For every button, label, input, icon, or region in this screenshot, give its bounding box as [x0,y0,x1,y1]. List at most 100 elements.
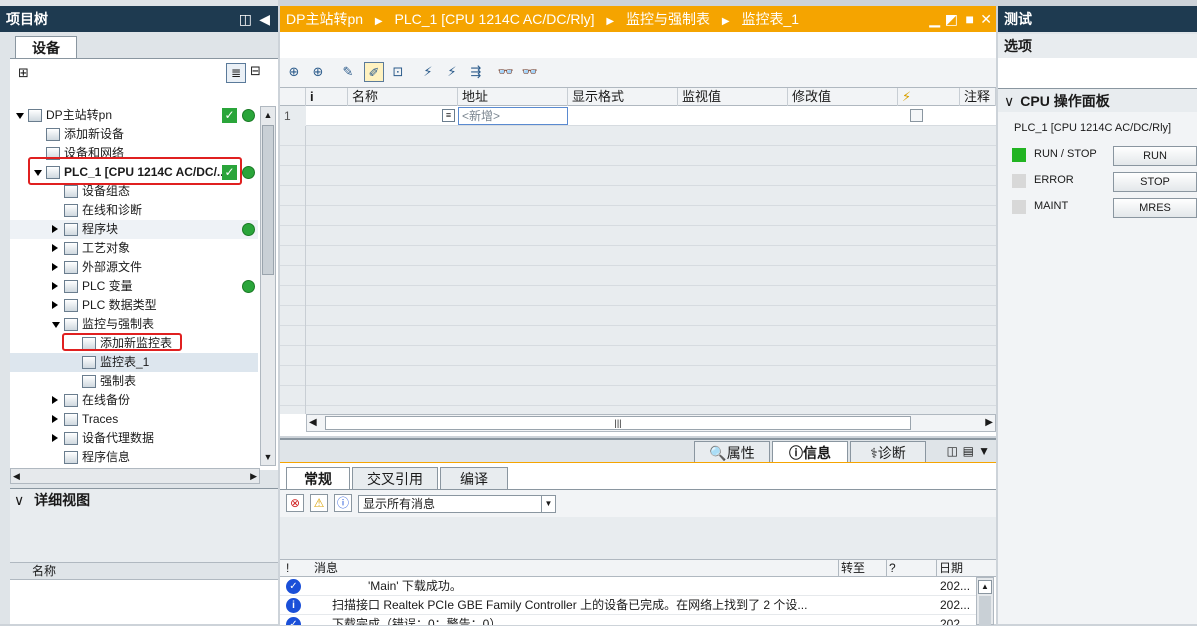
tree-item[interactable]: DP主站转pn ✓ [10,106,258,125]
close-icon[interactable]: ✕ [980,6,992,32]
maximize-icon[interactable]: ■ [966,6,974,32]
dropdown-icon[interactable]: ▼ [978,444,990,458]
cpu-mode-button[interactable]: STOP [1113,172,1197,192]
tree-vscrollbar[interactable]: ▲ ▼ [260,106,276,466]
expand-right-icon[interactable] [52,263,58,271]
expand-right-icon[interactable] [52,244,58,252]
filter-spacer [280,517,996,559]
scroll-down-icon[interactable]: ▼ [261,449,275,465]
enable-periphery-icon[interactable]: ⇶ [466,62,486,82]
error-filter-icon[interactable]: ⊗ [286,494,304,512]
tree-item[interactable]: 程序信息 [10,448,258,467]
message-filter-select[interactable]: 显示所有消息 ▼ [358,495,556,513]
warning-filter-icon[interactable]: ⚠ [310,494,328,512]
detail-view-header[interactable]: ∨ 详细视图 [10,488,278,510]
monitor-all-icon[interactable]: 👓 [496,62,516,82]
watch-table-row[interactable]: 1 ≡ <新增> [280,106,996,126]
scroll-thumb[interactable] [262,125,274,275]
table-view-icon[interactable]: ⊟ [250,63,261,79]
tab-general[interactable]: 常规 [286,467,350,489]
expand-right-icon[interactable] [52,301,58,309]
show-all-icon[interactable]: ✐ [364,62,384,82]
collapse-left-icon[interactable]: ◀ [259,6,270,32]
tree-node-icon [64,223,78,236]
tree-item[interactable]: 在线备份 [10,391,258,410]
tree-item[interactable]: PLC 数据类型 [10,296,258,315]
breadcrumb-watch-table[interactable]: 监控表_1 [741,11,799,27]
expand-right-icon[interactable] [52,396,58,404]
scroll-right-icon[interactable]: ▶ [250,469,257,483]
tab-diagnostics[interactable]: ⚕诊断 [850,441,926,464]
message-row[interactable]: ✓ 'Main' 下载成功。 202... [280,577,976,596]
tab-properties[interactable]: 🔍属性 [694,441,770,464]
modify-trigger-icon[interactable]: ⚡ [442,62,462,82]
expand-right-icon[interactable] [52,225,58,233]
tree-item[interactable]: PLC 变量 [10,277,258,296]
tab-devices[interactable]: 设备 [15,36,77,59]
tree-node-icon [64,432,78,445]
scroll-thumb[interactable]: ||| [325,416,911,430]
menu-icon[interactable]: ▤ [963,444,974,458]
list-view-icon[interactable]: ≣ [226,63,246,83]
tree-item[interactable]: 设备代理数据 [10,429,258,448]
modify-checkbox[interactable] [910,109,923,122]
chevron-down-icon[interactable]: ∨ [1004,93,1014,109]
tree-hscrollbar[interactable]: ◀ ▶ [10,468,260,484]
address-input[interactable]: <新增> [458,107,568,125]
expand-right-icon[interactable] [52,434,58,442]
modify-now-icon[interactable]: ⚡ [418,62,438,82]
message-list: ✓ 'Main' 下载成功。 202... i 扫描接口 Realtek PCIe GB… [280,577,976,625]
minimize-icon[interactable]: ▁ [929,6,940,32]
scroll-up-icon[interactable]: ▲ [978,580,992,594]
tab-compile[interactable]: 编译 [440,467,508,489]
tab-info[interactable]: ⓘ信息 [772,441,848,464]
monitor-once-icon[interactable]: 👓 [520,62,540,82]
tree-node-icon [64,185,78,198]
scroll-thumb[interactable] [979,596,991,626]
message-vscrollbar[interactable]: ▲ [976,577,994,626]
cpu-mode-button[interactable]: RUN [1113,146,1197,166]
tree-item[interactable]: 外部源文件 [10,258,258,277]
cpu-mode-button[interactable]: MRES [1113,198,1197,218]
scroll-left-icon[interactable]: ◀ [13,469,20,483]
add-row-icon[interactable]: ⊕ [308,62,328,82]
row-number: 1 [280,106,306,126]
expand-right-icon[interactable] [52,282,58,290]
device-icon[interactable]: ⊞ [18,65,29,81]
tree-item-label: 在线和诊断 [82,203,143,217]
info-filter-icon[interactable]: ⓘ [334,494,352,512]
insert-row-icon[interactable]: ⊕ [284,62,304,82]
tree-item[interactable]: 强制表 [10,372,258,391]
chevron-down-icon[interactable]: ▼ [541,496,555,512]
scroll-left-icon[interactable]: ◀ [309,417,317,428]
tree-item[interactable]: 添加新设备 [10,125,258,144]
breadcrumb-plc[interactable]: PLC_1 [CPU 1214C AC/DC/Rly] [395,11,595,27]
expand-down-icon[interactable] [16,113,24,119]
window-icon[interactable]: ◫ [947,444,958,458]
scroll-up-icon[interactable]: ▲ [261,107,275,123]
tree-item[interactable]: 程序块 [10,220,258,239]
tree-node-icon [46,128,60,141]
expand-down-icon[interactable] [52,322,60,328]
breadcrumb-project[interactable]: DP主站转pn [286,11,363,27]
tab-cross-reference[interactable]: 交叉引用 [352,467,438,489]
restore-icon[interactable]: ◩ [945,6,958,32]
pin-icon[interactable]: ◫ [239,6,252,32]
expand-right-icon[interactable] [52,415,58,423]
breadcrumb-watch-folder[interactable]: 监控与强制表 [626,11,710,27]
cpu-panel-header[interactable]: ∨ CPU 操作面板 [998,88,1197,112]
tree-item[interactable]: 监控与强制表 [10,315,258,334]
tree-item[interactable]: 在线和诊断 [10,201,258,220]
editor-hscrollbar[interactable]: ◀ ||| ▶ [306,414,996,432]
status-led [1012,174,1026,188]
tree-item[interactable]: Traces [10,410,258,429]
tag-picker-icon[interactable]: ≡ [442,109,455,122]
rename-icon[interactable]: ✎ [338,62,358,82]
tree-item[interactable]: 工艺对象 [10,239,258,258]
chevron-down-icon[interactable]: ∨ [14,492,24,508]
format-icon[interactable]: ⊡ [388,62,408,82]
index-column-bg [280,126,306,414]
scroll-right-icon[interactable]: ▶ [985,417,993,428]
tree-item[interactable]: 监控表_1 [10,353,258,372]
message-row[interactable]: i 扫描接口 Realtek PCIe GBE Family Controller… [280,596,976,615]
